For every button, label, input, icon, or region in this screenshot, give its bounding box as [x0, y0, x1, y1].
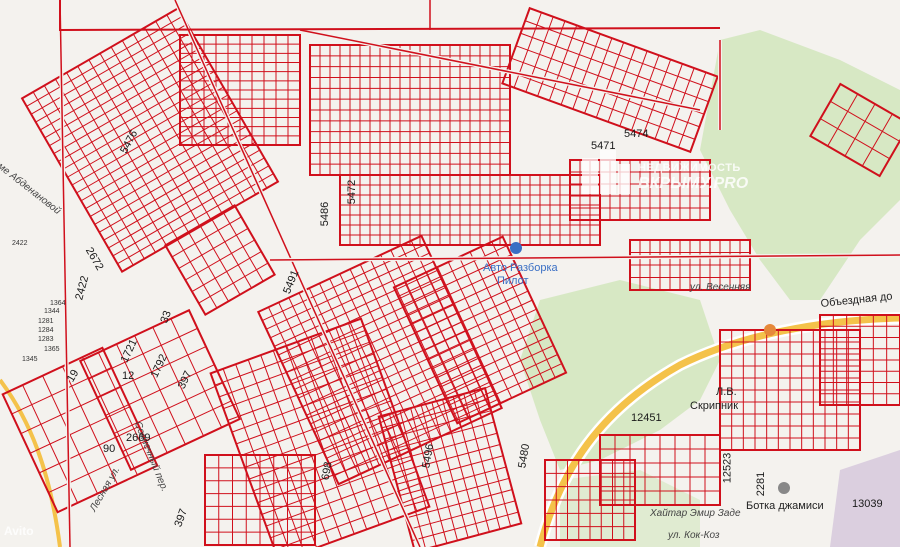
parcel-map-canvas[interactable]	[0, 0, 900, 547]
parcel-block[interactable]	[719, 329, 861, 451]
hatched-area	[830, 450, 900, 547]
map-viewport[interactable]: 5476 5471 5474 5472 5486 5491 2672 2422 …	[0, 0, 900, 547]
mosque-pin[interactable]	[778, 482, 790, 494]
parcel-block[interactable]	[209, 317, 431, 547]
parcel-block[interactable]	[377, 386, 523, 547]
parcel-block[interactable]	[256, 234, 504, 486]
auto-parts-pin[interactable]	[510, 242, 522, 254]
watermark-line1: НЕДВИЖИМОСТЬ	[638, 162, 741, 174]
building-icon	[582, 150, 630, 194]
orange-pin[interactable]	[764, 324, 776, 336]
parcel-block[interactable]	[339, 174, 601, 246]
parcel-block[interactable]	[501, 6, 719, 154]
parcel-block[interactable]	[629, 239, 751, 291]
parcel-block[interactable]	[204, 454, 316, 546]
parcel-block[interactable]	[163, 203, 277, 317]
street-line	[174, 0, 421, 547]
boundary-line	[59, 0, 721, 32]
watermark-line2: ВКРЫМУ.PRO	[638, 175, 749, 192]
